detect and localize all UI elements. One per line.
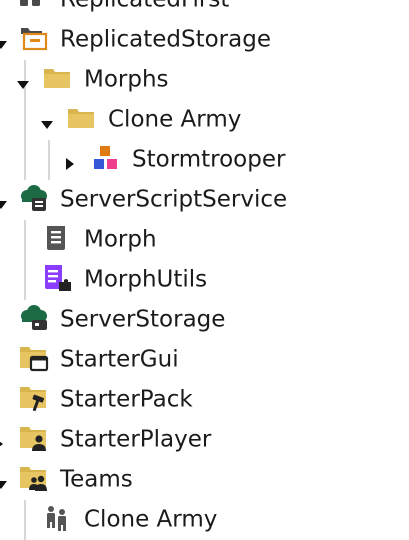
model-icon — [92, 144, 120, 176]
explorer-item-label: Morph — [84, 226, 157, 253]
teams-icon — [18, 464, 50, 496]
chevron-right-icon[interactable] — [0, 435, 6, 447]
server-script-service-icon — [18, 184, 50, 216]
explorer-item-label: MorphUtils — [84, 266, 208, 293]
explorer-item-morphs[interactable]: Morphs — [0, 60, 409, 100]
team-icon — [42, 504, 72, 536]
explorer-item-teams[interactable]: Teams — [0, 460, 409, 500]
chevron-down-icon[interactable] — [41, 115, 53, 129]
explorer-item-label: ServerScriptService — [60, 186, 288, 213]
explorer-item-label: StarterPack — [60, 386, 193, 413]
explorer-item-replicated-storage[interactable]: ReplicatedStorage — [0, 20, 409, 60]
explorer-item-starter-pack[interactable]: StarterPack — [0, 380, 409, 420]
chevron-down-icon[interactable] — [17, 75, 29, 89]
module-script-icon — [42, 263, 72, 297]
starter-gui-icon — [18, 344, 50, 376]
folder-icon — [66, 106, 96, 134]
explorer-item-label: Clone Army — [108, 106, 242, 133]
chevron-right-icon[interactable] — [65, 155, 77, 170]
explorer-item-server-storage[interactable]: ServerStorage — [0, 300, 409, 340]
explorer-item-label: StarterPlayer — [60, 426, 212, 453]
explorer-item-starter-player[interactable]: StarterPlayer — [0, 420, 409, 460]
starter-player-icon — [18, 424, 50, 456]
chevron-down-icon[interactable] — [0, 35, 7, 49]
explorer-item-morph-script[interactable]: Morph — [0, 220, 409, 260]
explorer-item-label: Teams — [60, 466, 133, 493]
server-storage-icon — [18, 304, 50, 336]
explorer-item-starter-gui[interactable]: StarterGui — [0, 340, 409, 380]
explorer-item-replicated-first[interactable]: ReplicatedFirst — [0, 0, 409, 20]
chevron-down-icon[interactable] — [0, 475, 7, 489]
replicated-first-icon — [18, 0, 44, 13]
explorer-item-morphutils-module[interactable]: MorphUtils — [0, 260, 409, 300]
explorer-item-clone-army-team[interactable]: Clone Army — [0, 500, 409, 540]
script-icon — [44, 224, 68, 256]
starter-pack-icon — [18, 384, 50, 416]
explorer-item-label: ReplicatedStorage — [60, 26, 271, 53]
explorer-item-server-script-service[interactable]: ServerScriptService — [0, 180, 409, 220]
explorer-item-label: ServerStorage — [60, 306, 226, 333]
explorer-item-label: Clone Army — [84, 506, 218, 533]
explorer-item-clone-army-folder[interactable]: Clone Army — [0, 100, 409, 140]
chevron-down-icon[interactable] — [0, 195, 7, 209]
explorer-item-label: Morphs — [84, 66, 169, 93]
replicated-storage-icon — [18, 25, 48, 55]
folder-icon — [42, 66, 72, 94]
explorer-item-label: Stormtrooper — [132, 146, 286, 173]
explorer-item-label: StarterGui — [60, 346, 179, 373]
explorer-item-stormtrooper[interactable]: Stormtrooper — [0, 140, 409, 180]
explorer-item-label: ReplicatedFirst — [60, 0, 229, 12]
